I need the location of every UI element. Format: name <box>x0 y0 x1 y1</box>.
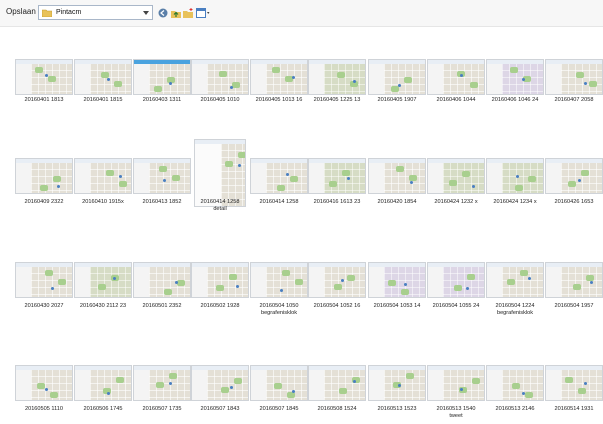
file-thumbnail[interactable] <box>545 365 603 401</box>
file-name-line: tweet <box>449 413 463 419</box>
file-thumbnail[interactable] <box>133 158 191 194</box>
file-thumbnail[interactable] <box>545 262 603 298</box>
file-thumbnail[interactable] <box>250 158 308 194</box>
file-thumbnail[interactable] <box>368 262 426 298</box>
file-thumbnail[interactable] <box>427 158 485 194</box>
file-thumbnail[interactable] <box>427 59 485 95</box>
file-thumbnail[interactable] <box>308 365 366 401</box>
file-thumbnail[interactable] <box>191 59 249 95</box>
file-name-line: begrafenisklok <box>496 310 534 316</box>
file-name-line: detail <box>213 206 227 212</box>
file-thumbnail[interactable] <box>15 59 73 95</box>
file-thumbnail[interactable] <box>545 158 603 194</box>
file-thumbnail[interactable] <box>133 262 191 298</box>
file-thumbnail[interactable] <box>250 365 308 401</box>
file-thumbnail[interactable] <box>427 365 485 401</box>
file-thumbnail[interactable] <box>486 262 544 298</box>
file-name: 20160426 1653 <box>537 199 603 206</box>
file-name: 20160514 1931 <box>537 406 603 413</box>
file-thumbnail[interactable] <box>133 59 191 95</box>
file-thumbnail[interactable] <box>486 158 544 194</box>
file-thumbnail[interactable] <box>486 365 544 401</box>
file-thumbnail[interactable] <box>545 59 603 95</box>
file-thumbnail[interactable] <box>74 158 132 194</box>
file-thumbnail-grid: 20160401 1813 20160401 1815 20160403 1311 2… <box>0 0 603 424</box>
file-thumbnail[interactable] <box>74 365 132 401</box>
file-thumbnail[interactable] <box>427 262 485 298</box>
file-thumbnail[interactable] <box>133 365 191 401</box>
file-name-line: 20160407 2058 <box>554 97 594 103</box>
file-thumbnail[interactable] <box>368 158 426 194</box>
file-thumbnail[interactable] <box>250 262 308 298</box>
file-thumbnail[interactable] <box>15 365 73 401</box>
file-thumbnail[interactable] <box>74 59 132 95</box>
file-name-line: begrafenisklok <box>260 310 298 316</box>
file-name-line: 20160514 1931 <box>554 406 594 412</box>
file-thumbnail[interactable] <box>368 365 426 401</box>
file-thumbnail[interactable] <box>194 139 246 207</box>
file-thumbnail[interactable] <box>15 158 73 194</box>
file-thumbnail[interactable] <box>74 262 132 298</box>
file-thumbnail[interactable] <box>308 262 366 298</box>
file-name: 20160407 2058 <box>537 97 603 104</box>
file-name: 20160504 1957 <box>537 303 603 310</box>
file-thumbnail[interactable] <box>308 59 366 95</box>
file-name-line: 20160504 1957 <box>554 303 594 309</box>
file-thumbnail[interactable] <box>15 262 73 298</box>
file-thumbnail[interactable] <box>486 59 544 95</box>
file-thumbnail[interactable] <box>308 158 366 194</box>
file-name-line: 20160426 1653 <box>554 199 594 205</box>
file-thumbnail[interactable] <box>250 59 308 95</box>
file-thumbnail[interactable] <box>368 59 426 95</box>
file-thumbnail[interactable] <box>191 262 249 298</box>
file-thumbnail[interactable] <box>191 365 249 401</box>
